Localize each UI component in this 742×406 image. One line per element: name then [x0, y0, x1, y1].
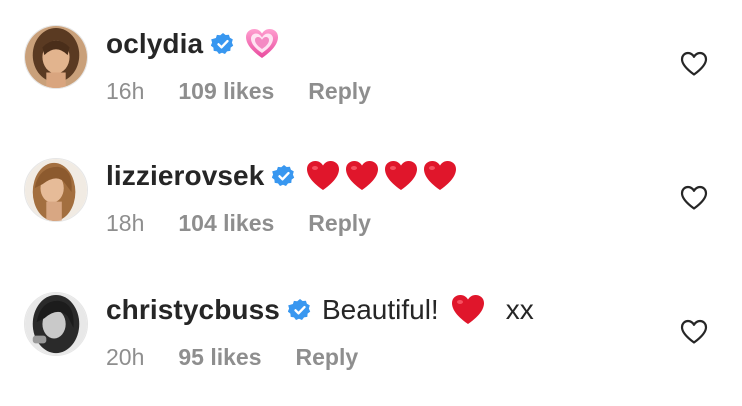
username[interactable]: oclydia [106, 28, 203, 60]
reply-button[interactable]: Reply [296, 344, 359, 371]
sparkling-heart-icon [245, 28, 279, 60]
reply-button[interactable]: Reply [308, 78, 371, 105]
avatar-photo [25, 293, 87, 355]
comment-text-suffix: xx [505, 294, 534, 325]
verified-badge-icon [211, 32, 235, 56]
comment-header: lizzierovsek [106, 156, 462, 196]
red-heart-icon [384, 160, 418, 192]
username[interactable]: christycbuss [106, 294, 280, 326]
avatar-photo [25, 159, 87, 221]
comment-header: christycbuss Beautiful! xx [106, 290, 534, 330]
likes-count[interactable]: 104 likes [178, 210, 274, 237]
comment-item: lizzierovsek 18h 104 likes Reply [0, 134, 742, 268]
comment-meta: 16h 109 likes Reply [106, 77, 371, 105]
red-heart-icon [345, 160, 379, 192]
avatar[interactable] [24, 25, 88, 89]
reply-button[interactable]: Reply [308, 210, 371, 237]
red-heart-icon [423, 160, 457, 192]
comment-time: 20h [106, 343, 145, 370]
likes-count[interactable]: 95 likes [178, 344, 261, 371]
verified-badge-icon [272, 164, 296, 188]
verified-badge-icon [287, 298, 312, 322]
avatar[interactable] [24, 292, 88, 356]
comment-text: Beautiful! [321, 294, 439, 325]
username[interactable]: lizzierovsek [106, 160, 264, 192]
like-heart-icon[interactable] [680, 51, 708, 77]
comment-item: oclydia 16h 109 likes Reply [0, 0, 742, 134]
red-heart-icon [306, 160, 340, 192]
comment-item: christycbuss Beautiful! xx 20h 95 likes … [0, 268, 742, 402]
avatar-photo [25, 26, 87, 88]
comment-time: 16h [106, 77, 145, 104]
like-heart-icon[interactable] [680, 319, 708, 345]
like-heart-icon[interactable] [680, 185, 708, 211]
red-heart-icon [451, 294, 485, 326]
comment-meta: 18h 104 likes Reply [106, 209, 371, 237]
comment-header: oclydia [106, 24, 284, 64]
comment-time: 18h [106, 209, 145, 236]
avatar[interactable] [24, 158, 88, 222]
likes-count[interactable]: 109 likes [178, 78, 274, 105]
comment-meta: 20h 95 likes Reply [106, 343, 358, 371]
